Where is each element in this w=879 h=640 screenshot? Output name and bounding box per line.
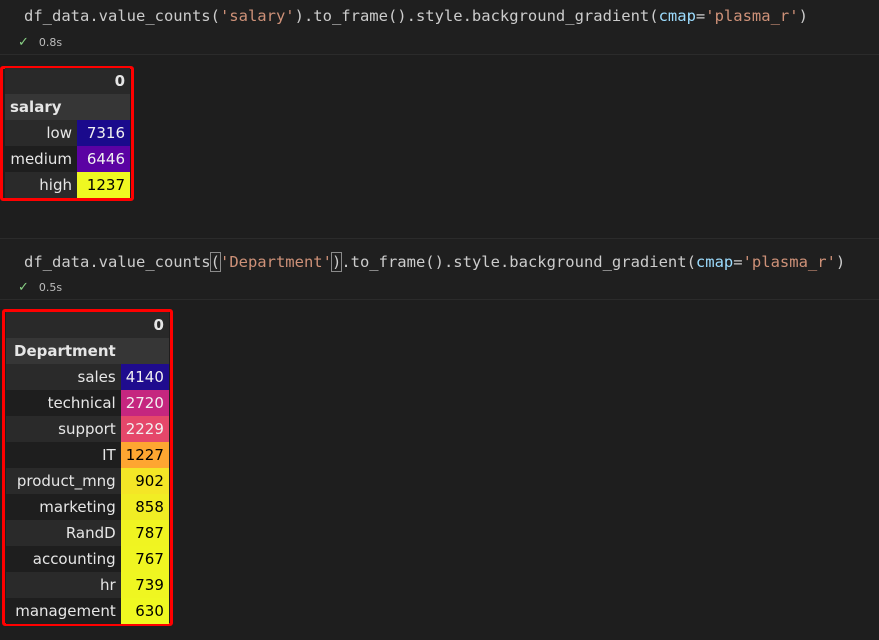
row-value: 787 <box>120 520 169 546</box>
row-value: 6446 <box>77 146 130 172</box>
column-header-row: 0 <box>5 68 130 94</box>
code-equals: = <box>695 7 706 25</box>
department-table: 0 Department sales 4140 technical 2720 suppo… <box>6 312 169 624</box>
execution-time: 0.5s <box>38 281 63 294</box>
row-label: medium <box>5 146 77 172</box>
code-cmap-value: 'plasma_r' <box>742 253 836 271</box>
table-row: IT 1227 <box>6 442 169 468</box>
table-row: support 2229 <box>6 416 169 442</box>
code-cell-2[interactable]: df_data.value_counts('Department').to_fr… <box>0 238 879 300</box>
row-value: 630 <box>120 598 169 624</box>
execution-status: ✓ 0.8s <box>18 36 62 49</box>
table-row: product_mng 902 <box>6 468 169 494</box>
row-label: sales <box>6 364 121 390</box>
table-body: low 7316 medium 6446 high 1237 <box>5 120 130 198</box>
row-value: 2720 <box>120 390 169 416</box>
code-string-arg: 'salary' <box>219 7 295 25</box>
table-row: medium 6446 <box>5 146 130 172</box>
code-middle: ).to_frame().style.background_gradient( <box>294 7 659 25</box>
code-keyword: cmap <box>695 253 734 271</box>
row-label: accounting <box>6 546 121 572</box>
row-label: hr <box>6 572 121 598</box>
empty-corner <box>5 68 77 94</box>
code-equals: = <box>733 253 743 271</box>
code-middle: .to_frame().style.background_gradient( <box>341 253 696 271</box>
code-string-arg: 'Department' <box>219 253 332 271</box>
close-paren: ) <box>330 252 343 272</box>
code-keyword: cmap <box>658 7 696 25</box>
code-cmap-value: 'plasma_r' <box>705 7 799 25</box>
table-row: marketing 858 <box>6 494 169 520</box>
table-row: sales 4140 <box>6 364 169 390</box>
check-icon: ✓ <box>18 35 29 50</box>
row-label: product_mng <box>6 468 121 494</box>
row-value: 4140 <box>120 364 169 390</box>
index-name: salary <box>5 94 77 120</box>
code-line-2[interactable]: df_data.value_counts('Department').to_fr… <box>24 252 846 272</box>
code-prefix: df_data.value_counts <box>24 253 211 271</box>
row-value: 739 <box>120 572 169 598</box>
code-cell-1[interactable]: df_data.value_counts('salary').to_frame(… <box>0 0 879 55</box>
empty-corner <box>6 312 121 338</box>
index-name: Department <box>6 338 121 364</box>
row-label: marketing <box>6 494 121 520</box>
salary-table: 0 salary low 7316 medium 6446 high 1237 <box>5 68 130 198</box>
row-label: RandD <box>6 520 121 546</box>
index-name-row: Department <box>6 338 169 364</box>
table-row: accounting 767 <box>6 546 169 572</box>
check-icon: ✓ <box>18 280 29 295</box>
execution-time: 0.8s <box>38 36 63 49</box>
table-row: RandD 787 <box>6 520 169 546</box>
row-value: 2229 <box>120 416 169 442</box>
table-body: sales 4140 technical 2720 support 2229 IT 1227 p… <box>6 364 169 624</box>
table-row: high 1237 <box>5 172 130 198</box>
row-label: technical <box>6 390 121 416</box>
code-suffix: ) <box>835 253 846 271</box>
index-name-row: salary <box>5 94 130 120</box>
row-label: low <box>5 120 77 146</box>
execution-status: ✓ 0.5s <box>18 281 62 294</box>
code-suffix: ) <box>798 7 808 25</box>
open-paren: ( <box>209 252 222 272</box>
row-value: 902 <box>120 468 169 494</box>
table-row: hr 739 <box>6 572 169 598</box>
row-value: 858 <box>120 494 169 520</box>
code-line-1[interactable]: df_data.value_counts('salary').to_frame(… <box>24 7 808 25</box>
row-value: 7316 <box>77 120 130 146</box>
column-header: 0 <box>120 312 169 338</box>
row-label: management <box>6 598 121 624</box>
column-header: 0 <box>77 68 130 94</box>
table-row: management 630 <box>6 598 169 624</box>
row-label: support <box>6 416 121 442</box>
row-value: 1237 <box>77 172 130 198</box>
code-prefix: df_data.value_counts( <box>24 7 220 25</box>
row-label: IT <box>6 442 121 468</box>
table-row: low 7316 <box>5 120 130 146</box>
row-label: high <box>5 172 77 198</box>
row-value: 1227 <box>120 442 169 468</box>
column-header-row: 0 <box>6 312 169 338</box>
row-value: 767 <box>120 546 169 572</box>
table-row: technical 2720 <box>6 390 169 416</box>
